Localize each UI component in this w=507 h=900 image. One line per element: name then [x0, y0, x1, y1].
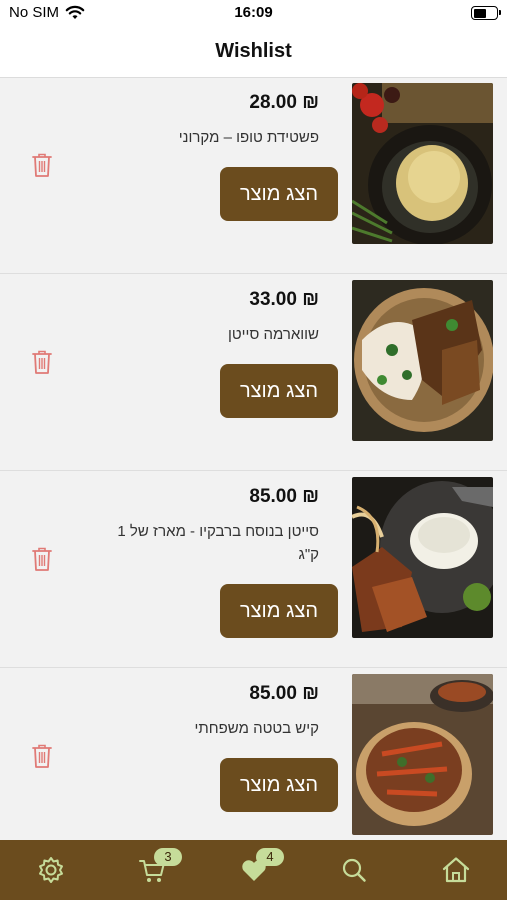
settings-icon [39, 857, 63, 883]
home-icon [442, 857, 470, 883]
bottom-tab-bar: 3 4 [0, 840, 507, 900]
product-price: ₪ 85.00 [249, 683, 319, 704]
search-icon [342, 858, 366, 882]
trash-icon[interactable] [31, 152, 53, 178]
product-price: ₪ 33.00 [249, 289, 319, 310]
trash-icon[interactable] [31, 349, 53, 375]
tab-search[interactable] [324, 840, 384, 900]
show-product-button[interactable]: הצג מוצר [220, 364, 338, 418]
product-name: סייטן בנוסח ברבקיו - מארז של 1 ק"ג [117, 523, 319, 563]
product-name: פשטידת טופו – מקרוני [178, 129, 319, 146]
wishlist-list[interactable]: ₪ 28.00 פשטידת טופו – מקרוני הצג מוצר ₪ … [0, 78, 507, 840]
product-name: קיש בטטה משפחתי [194, 720, 319, 737]
tab-home[interactable] [426, 840, 486, 900]
wishlist-count-badge: 4 [256, 848, 284, 866]
tab-settings[interactable] [21, 840, 81, 900]
status-time: 16:09 [234, 4, 273, 21]
cart-count-badge: 3 [154, 848, 182, 866]
battery-icon [471, 6, 501, 20]
product-price: ₪ 85.00 [249, 486, 319, 507]
wishlist-item: ₪ 33.00 שווארמה סייטן הצג מוצר [0, 275, 507, 471]
show-product-button[interactable]: הצג מוצר [220, 758, 338, 812]
wishlist-item: ₪ 28.00 פשטידת טופו – מקרוני הצג מוצר [0, 78, 507, 274]
show-product-button[interactable]: הצג מוצר [220, 167, 338, 221]
product-name: שווארמה סייטן [227, 326, 319, 343]
product-image[interactable] [352, 674, 493, 835]
product-image[interactable] [352, 83, 493, 244]
navigation-bar: Wishlist [0, 30, 507, 78]
status-bar: No SIM 16:09 [0, 0, 507, 30]
product-image[interactable] [352, 280, 493, 441]
show-product-button[interactable]: הצג מוצר [220, 584, 338, 638]
trash-icon[interactable] [31, 743, 53, 769]
wishlist-item: ₪ 85.00 קיש בטטה משפחתי הצג מוצר [0, 669, 507, 840]
trash-icon[interactable] [31, 546, 53, 572]
product-image[interactable] [352, 477, 493, 638]
product-price: ₪ 28.00 [249, 92, 319, 113]
page-title: Wishlist [215, 40, 292, 62]
wishlist-item: ₪ 85.00 סייטן בנוסח ברבקיו - מארז של 1 ק… [0, 472, 507, 668]
